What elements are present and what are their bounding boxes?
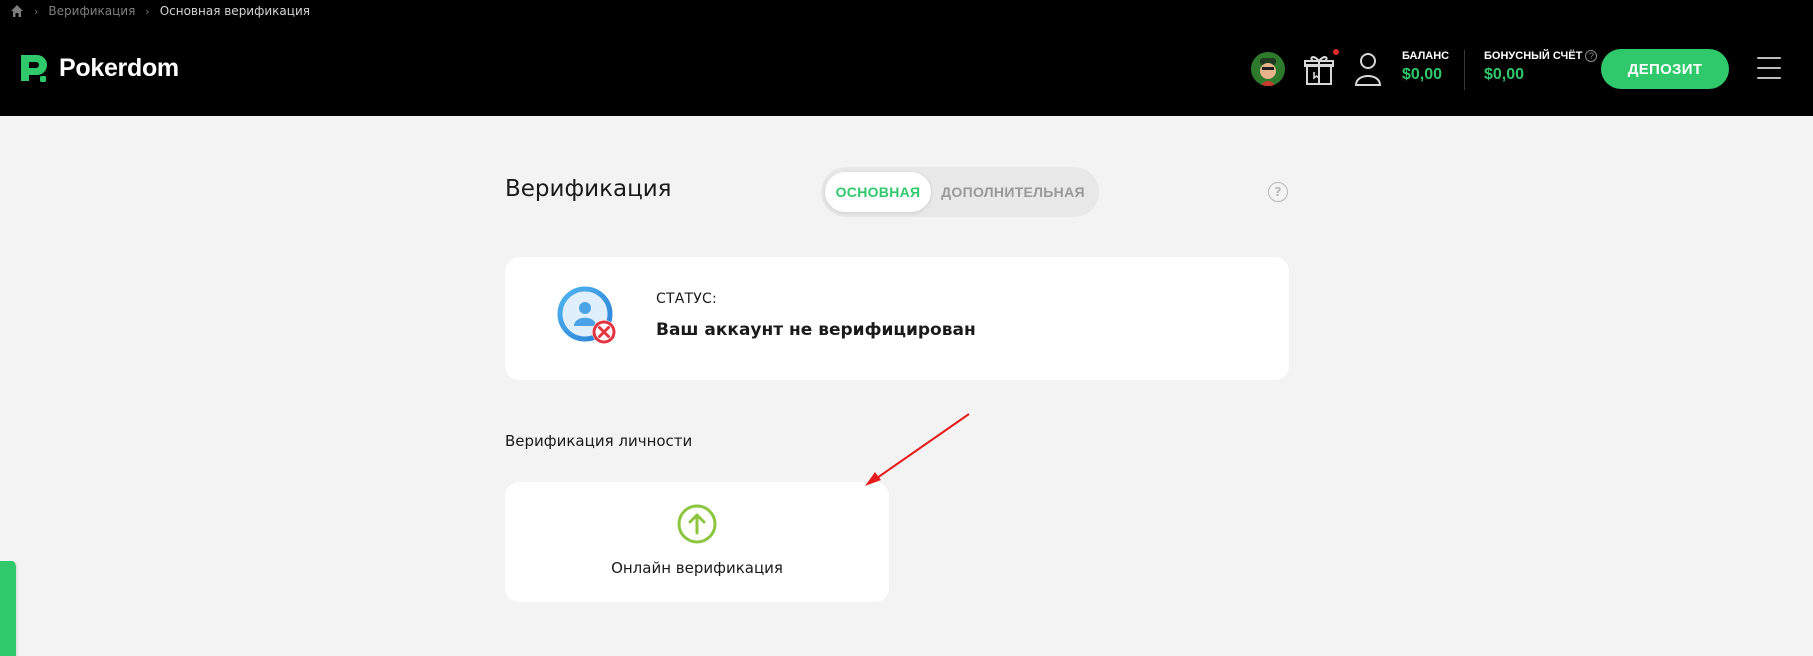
status-value: Ваш аккаунт не верифицирован <box>656 320 976 340</box>
breadcrumb: › Верификация › Основная верификация <box>0 0 1813 22</box>
balance-label: БАЛАНС <box>1402 50 1450 62</box>
unverified-user-icon <box>557 286 616 344</box>
deposit-button[interactable]: ДЕПОЗИТ <box>1601 49 1729 89</box>
site-header: Pokerdom БАЛАНС $0,00 БОНУСНЫЙ СЧЁТ ? $0… <box>0 22 1813 116</box>
bonus-balance-label: БОНУСНЫЙ СЧЁТ <box>1484 50 1583 62</box>
balance: БАЛАНС $0,00 <box>1402 50 1449 84</box>
side-panel-tab[interactable] <box>0 561 18 656</box>
help-icon[interactable]: ? <box>1585 50 1598 62</box>
breadcrumb-current: Основная верификация <box>159 4 310 18</box>
chevron-right-icon: › <box>145 4 150 18</box>
bonus-balance-value: $0,00 <box>1484 66 1525 83</box>
menu-icon[interactable] <box>1757 57 1781 79</box>
avatar[interactable] <box>1251 52 1285 86</box>
gift-icon[interactable] <box>1303 52 1335 86</box>
help-icon[interactable]: ? <box>1268 182 1288 202</box>
logo[interactable]: Pokerdom <box>18 52 179 84</box>
bonus-balance: БОНУСНЫЙ СЧЁТ ? $0,00 <box>1484 50 1598 84</box>
breadcrumb-item-verification[interactable]: Верификация <box>48 4 135 18</box>
tab-main[interactable]: ОСНОВНАЯ <box>825 172 931 212</box>
divider <box>1464 50 1465 90</box>
status-label: СТАТУС: <box>656 291 717 307</box>
annotation-arrow <box>865 413 970 486</box>
status-card: СТАТУС: Ваш аккаунт не верифицирован <box>505 257 1289 380</box>
tab-additional[interactable]: ДОПОЛНИТЕЛЬНАЯ <box>937 172 1089 212</box>
user-icon[interactable] <box>1353 51 1383 87</box>
upload-arrow-icon <box>677 504 717 544</box>
online-verification-button[interactable]: Онлайн верификация <box>505 482 889 602</box>
pokerdom-logo-icon <box>21 55 47 82</box>
balance-value: $0,00 <box>1402 66 1443 83</box>
home-icon[interactable] <box>10 4 24 18</box>
page-title: Верификация <box>505 176 672 202</box>
logo-text: Pokerdom <box>59 53 179 82</box>
chevron-right-icon: › <box>34 4 39 18</box>
section-title: Верификация личности <box>505 432 693 450</box>
online-verification-label: Онлайн верификация <box>611 559 783 577</box>
notification-dot <box>1331 47 1341 57</box>
verification-tabs: ОСНОВНАЯ ДОПОЛНИТЕЛЬНАЯ <box>821 167 1099 217</box>
